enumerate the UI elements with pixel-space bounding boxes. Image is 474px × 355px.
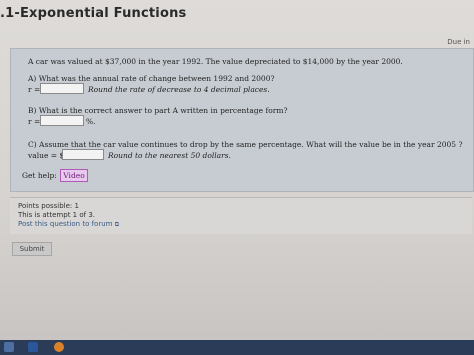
part-a-label: r =: [28, 85, 41, 94]
page-title: .1-Exponential Functions: [0, 6, 187, 21]
page: .1-Exponential Functions Due in A car wa…: [0, 0, 474, 355]
part-a-prompt: A) What was the annual rate of change be…: [28, 74, 275, 83]
part-c-prompt: C) Assume that the car value continues t…: [28, 140, 463, 149]
external-link-icon: ⧉: [114, 221, 120, 228]
word-icon[interactable]: [28, 342, 38, 352]
part-b-prompt: B) What is the correct answer to part A …: [28, 106, 288, 115]
part-b-label: r =: [28, 117, 41, 126]
part-a-hint: Round the rate of decrease to 4 decimal …: [88, 85, 270, 94]
part-c-label: value = $: [28, 151, 65, 160]
part-b-input[interactable]: [40, 115, 84, 126]
submit-button[interactable]: Submit: [12, 242, 52, 256]
part-a-input[interactable]: [40, 83, 84, 94]
info-panel: Points possible: 1 This is attempt 1 of …: [10, 197, 472, 234]
question-intro: A car was valued at $37,000 in the year …: [28, 57, 403, 66]
attempt-info: This is attempt 1 of 3.: [18, 211, 95, 219]
taskbar: [0, 340, 474, 355]
part-b-suffix: %.: [86, 117, 96, 126]
start-icon[interactable]: [4, 342, 14, 352]
video-button[interactable]: Video: [60, 169, 88, 182]
part-c-input[interactable]: [62, 149, 104, 160]
part-c-hint: Round to the nearest 50 dollars.: [108, 151, 231, 160]
due-label: Due in: [447, 38, 470, 46]
post-to-forum-link[interactable]: Post this question to forum ⧉: [18, 220, 119, 229]
post-to-forum-label: Post this question to forum: [18, 220, 113, 228]
get-help-label: Get help:: [22, 171, 57, 180]
browser-icon[interactable]: [54, 342, 64, 352]
points-possible: Points possible: 1: [18, 202, 79, 210]
